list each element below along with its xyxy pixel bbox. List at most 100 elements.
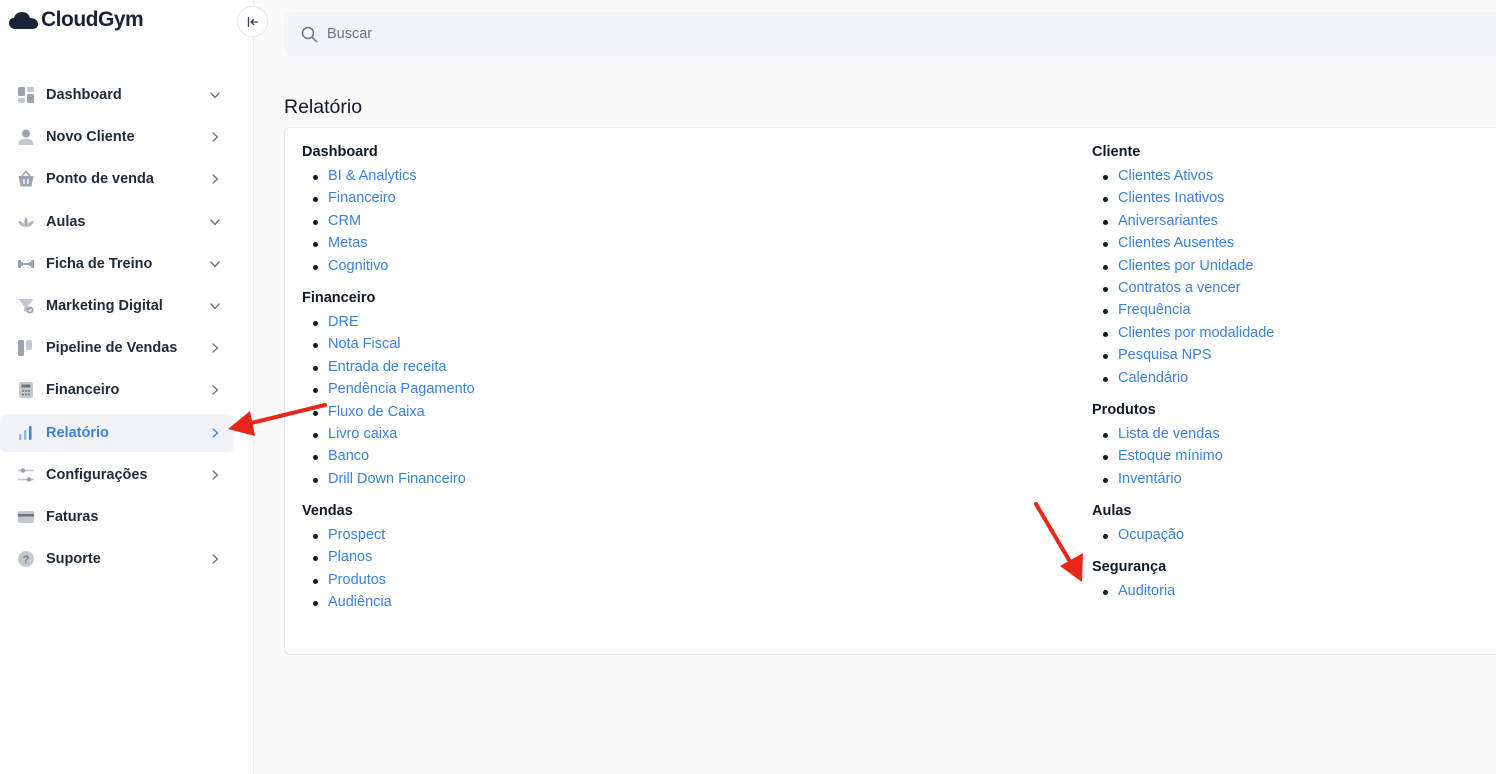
report-link-list: Auditoria — [1092, 580, 1274, 602]
search-icon — [301, 26, 318, 42]
sidebar-item-label: Dashboard — [46, 87, 122, 103]
sidebar-item-label: Ponto de venda — [46, 171, 154, 188]
chevron-down-icon — [210, 261, 220, 267]
sidebar-item-label: Novo Cliente — [46, 129, 135, 146]
sidebar-item-novo-cliente[interactable]: Novo Cliente — [0, 118, 234, 156]
report-link-prospect[interactable]: Prospect — [302, 524, 475, 546]
report-link-list: Prospect Planos Produtos Audiência — [302, 524, 475, 614]
report-link-metas[interactable]: Metas — [302, 232, 475, 254]
chevron-right-icon — [212, 343, 219, 353]
report-link-auditoria[interactable]: Auditoria — [1092, 580, 1274, 602]
report-link-livro-caixa[interactable]: Livro caixa — [302, 423, 475, 445]
report-link-calendario[interactable]: Calendário — [1092, 367, 1274, 389]
report-link-list: Lista de vendas Estoque mínimo Inventário — [1092, 423, 1274, 490]
report-link-lista-de-vendas[interactable]: Lista de vendas — [1092, 423, 1274, 445]
sidebar-item-label: Marketing Digital — [46, 297, 163, 314]
report-link-contratos-a-vencer[interactable]: Contratos a vencer — [1092, 277, 1274, 299]
report-link-fluxo-de-caixa[interactable]: Fluxo de Caixa — [302, 401, 475, 423]
arrow-left-icon — [247, 16, 258, 27]
chevron-right-icon — [212, 132, 219, 142]
section-title-produtos: Produtos — [1092, 401, 1156, 418]
report-link-pesquisa-nps[interactable]: Pesquisa NPS — [1092, 344, 1274, 366]
logo[interactable]: CloudGym — [9, 8, 144, 32]
report-link-banco[interactable]: Banco — [302, 445, 475, 467]
sidebar-item-dashboard[interactable]: Dashboard — [0, 76, 234, 114]
report-link-aniversariantes[interactable]: Aniversariantes — [1092, 210, 1274, 232]
report-link-planos[interactable]: Planos — [302, 546, 475, 568]
report-link-nota-fiscal[interactable]: Nota Fiscal — [302, 333, 475, 355]
report-link-frequencia[interactable]: Frequência — [1092, 299, 1274, 321]
report-link-list: DRE Nota Fiscal Entrada de receita Pendênci… — [302, 311, 475, 490]
sidebar-item-label: Configurações — [46, 466, 148, 483]
report-link-clientes-ausentes[interactable]: Clientes Ausentes — [1092, 232, 1274, 254]
section-title-cliente: Cliente — [1092, 144, 1141, 160]
sidebar-item-marketing-digital[interactable]: Marketing Digital — [0, 287, 234, 325]
report-link-ocupacao[interactable]: Ocupação — [1092, 524, 1274, 546]
dumbbell-icon — [17, 255, 35, 273]
sidebar-item-faturas[interactable]: Faturas — [0, 498, 234, 536]
help-icon: ? — [17, 550, 35, 568]
report-link-cognitivo[interactable]: Cognitivo — [302, 255, 475, 277]
sidebar-item-aulas[interactable]: Aulas — [0, 203, 234, 241]
chevron-right-icon — [212, 554, 219, 564]
chevron-down-icon — [210, 218, 220, 225]
report-column-right: Cliente Clientes Ativos Clientes Inativos A… — [1092, 142, 1274, 614]
sidebar-item-label: Aulas — [46, 213, 86, 230]
sidebar-item-label: Ficha de Treino — [46, 255, 153, 272]
report-link-pendencia-pagamento[interactable]: Pendência Pagamento — [302, 378, 475, 400]
credit-card-icon — [17, 508, 35, 526]
collapse-sidebar-button[interactable] — [237, 6, 268, 37]
logo-text: CloudGym — [41, 8, 144, 31]
sidebar-item-label: Faturas — [46, 508, 99, 525]
report-link-bi-analytics[interactable]: BI & Analytics — [302, 165, 475, 187]
report-link-clientes-por-unidade[interactable]: Clientes por Unidade — [1092, 255, 1274, 277]
sidebar-item-suporte[interactable]: ? Suporte — [0, 540, 234, 578]
sliders-icon — [17, 466, 35, 484]
search-bar[interactable]: Buscar — [284, 12, 1496, 56]
report-link-audiencia[interactable]: Audiência — [302, 591, 475, 613]
search-input[interactable]: Buscar — [327, 26, 372, 42]
kanban-icon — [17, 339, 35, 357]
cloud-logo-icon — [9, 12, 38, 29]
calculator-icon — [17, 381, 35, 399]
chevron-down-icon — [210, 303, 220, 310]
report-link-inventario[interactable]: Inventário — [1092, 468, 1274, 490]
report-card: Dashboard BI & Analytics Financeiro CRM Meta… — [284, 127, 1496, 655]
report-link-clientes-inativos[interactable]: Clientes Inativos — [1092, 187, 1274, 209]
sidebar: CloudGym Dashboard Novo Cliente Ponto de v… — [0, 0, 254, 774]
section-title-vendas: Vendas — [302, 503, 353, 520]
sidebar-item-label: Financeiro — [46, 382, 120, 399]
report-link-financeiro[interactable]: Financeiro — [302, 187, 475, 209]
report-link-estoque-minimo[interactable]: Estoque mínimo — [1092, 445, 1274, 467]
chevron-right-icon — [212, 427, 219, 438]
report-link-dre[interactable]: DRE — [302, 311, 475, 333]
user-icon — [17, 128, 35, 146]
section-title-aulas: Aulas — [1092, 503, 1132, 520]
sidebar-item-financeiro[interactable]: Financeiro — [0, 371, 234, 409]
grid-icon — [17, 86, 35, 104]
report-link-crm[interactable]: CRM — [302, 210, 475, 232]
chevron-right-icon — [212, 469, 219, 480]
report-link-entrada-de-receita[interactable]: Entrada de receita — [302, 356, 475, 378]
sidebar-item-configuracoes[interactable]: Configurações — [0, 456, 234, 494]
sidebar-nav: Dashboard Novo Cliente Ponto de venda Aulas… — [0, 76, 234, 582]
chevron-right-icon — [212, 385, 219, 396]
section-title-financeiro: Financeiro — [302, 289, 376, 306]
sidebar-item-label: Suporte — [46, 551, 101, 568]
svg-text:?: ? — [23, 554, 30, 566]
sidebar-item-relatorio[interactable]: Relatório — [0, 413, 234, 452]
sidebar-item-ponto-de-venda[interactable]: Ponto de venda — [0, 160, 234, 198]
sidebar-item-pipeline-de-vendas[interactable]: Pipeline de Vendas — [0, 329, 234, 367]
report-link-produtos[interactable]: Produtos — [302, 569, 475, 591]
sidebar-item-ficha-de-treino[interactable]: Ficha de Treino — [0, 245, 234, 283]
report-column-left: Dashboard BI & Analytics Financeiro CRM Meta… — [302, 142, 475, 625]
report-link-clientes-ativos[interactable]: Clientes Ativos — [1092, 165, 1274, 187]
report-link-list: BI & Analytics Financeiro CRM Metas Cognitiv… — [302, 165, 475, 277]
bar-chart-icon — [17, 424, 35, 442]
report-link-clientes-por-modalidade[interactable]: Clientes por modalidade — [1092, 322, 1274, 344]
chevron-down-icon — [210, 92, 220, 99]
report-link-drill-down-financeiro[interactable]: Drill Down Financeiro — [302, 468, 475, 490]
section-title-dashboard: Dashboard — [302, 144, 378, 160]
sidebar-item-label: Pipeline de Vendas — [46, 340, 178, 357]
section-title-seguranca: Segurança — [1092, 559, 1167, 576]
